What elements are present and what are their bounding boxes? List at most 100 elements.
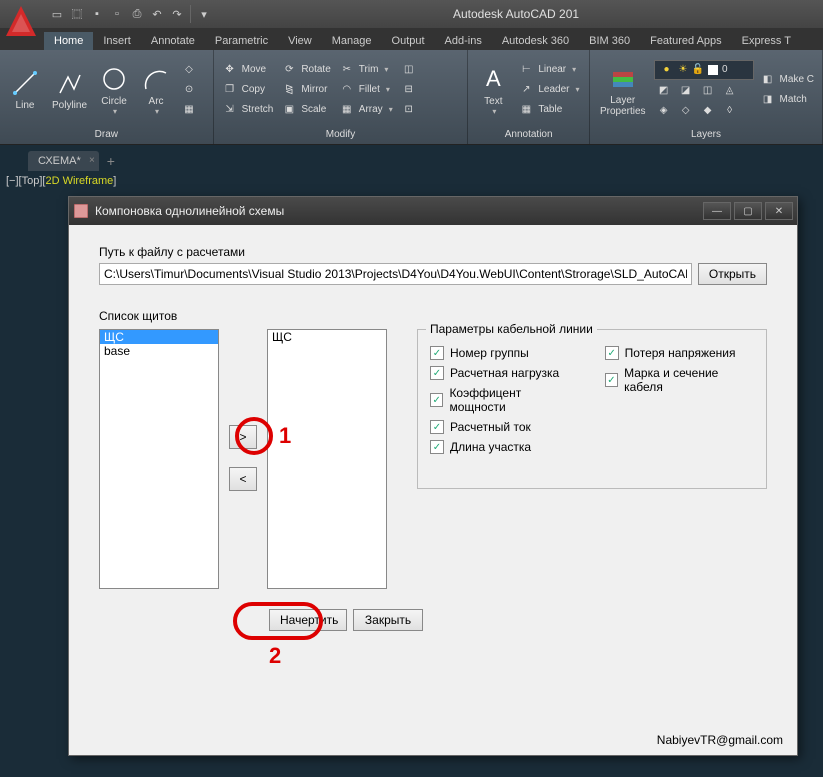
match-layer-button[interactable]: ◨Match — [758, 91, 816, 109]
text-icon: A — [478, 64, 508, 94]
lock-icon: 🔓 — [692, 64, 704, 75]
params-groupbox: Параметры кабельной линии ✓Номер группы … — [417, 329, 767, 489]
move-button[interactable]: ✥Move — [220, 61, 276, 79]
add-tab-button[interactable]: + — [99, 151, 123, 171]
bulb-icon: ● — [659, 62, 675, 78]
qat-undo-icon[interactable]: ↶ — [148, 5, 166, 23]
draw-button[interactable]: Начертить — [269, 609, 347, 631]
tab-autodesk360[interactable]: Autodesk 360 — [492, 32, 579, 50]
trim-icon: ✂ — [339, 62, 355, 78]
tab-insert[interactable]: Insert — [93, 32, 141, 50]
qat-redo-icon[interactable]: ↷ — [168, 5, 186, 23]
copy-button[interactable]: ❐Copy — [220, 81, 276, 99]
qat-open-icon[interactable]: ⿴ — [68, 5, 86, 23]
draw-ext2-icon[interactable]: ⊙ — [179, 81, 199, 99]
open-button[interactable]: Открыть — [698, 263, 767, 285]
path-input[interactable] — [99, 263, 692, 285]
close-button[interactable]: ✕ — [765, 202, 793, 220]
layer-tool4-icon[interactable]: ◬ — [720, 82, 740, 100]
mirror-button[interactable]: ⧎Mirror — [279, 81, 332, 99]
table-icon: ▦ — [518, 102, 534, 118]
qat-more-icon[interactable]: ▾ — [195, 5, 213, 23]
check-section-length[interactable]: ✓Длина участка — [430, 440, 575, 454]
mod-ext1-icon[interactable]: ◫ — [399, 61, 419, 79]
move-right-button[interactable]: > — [229, 425, 257, 449]
check-design-load[interactable]: ✓Расчетная нагрузка — [430, 366, 575, 380]
layer-tool3-icon[interactable]: ◫ — [698, 82, 718, 100]
match-icon: ◨ — [760, 92, 776, 108]
tab-annotate[interactable]: Annotate — [141, 32, 205, 50]
stretch-button[interactable]: ⇲Stretch — [220, 101, 276, 119]
layer-tool2-icon[interactable]: ◪ — [676, 82, 696, 100]
autocad-app-icon[interactable] — [2, 2, 40, 40]
mod-ext2-icon[interactable]: ⊟ — [399, 81, 419, 99]
make-current-button[interactable]: ◧Make C — [758, 71, 816, 89]
list-item[interactable]: base — [100, 344, 218, 358]
dialog-titlebar[interactable]: Компоновка однолинейной схемы — ▢ ✕ — [69, 197, 797, 225]
layer-props-button[interactable]: Layer Properties — [596, 61, 650, 119]
right-listbox[interactable]: ЩС — [267, 329, 387, 589]
panel-draw-label: Draw — [6, 127, 207, 142]
viewport-label[interactable]: [−][Top][2D Wireframe] — [6, 175, 116, 187]
check-power-factor[interactable]: ✓Коэффицент мощности — [430, 386, 575, 414]
layer-selector[interactable]: ● ☀ 🔓 0 — [654, 60, 754, 80]
tab-bim360[interactable]: BIM 360 — [579, 32, 640, 50]
layer-tool6-icon[interactable]: ◇ — [676, 102, 696, 120]
dialog-body: Путь к файлу с расчетами Открыть Список … — [69, 225, 797, 651]
close-dialog-button[interactable]: Закрыть — [353, 609, 423, 631]
mod-ext3-icon[interactable]: ⊡ — [399, 101, 419, 119]
array-button[interactable]: ▦Array — [337, 101, 395, 119]
draw-ext3-icon[interactable]: ▦ — [179, 101, 199, 119]
left-listbox[interactable]: ЩС base — [99, 329, 219, 589]
maximize-button[interactable]: ▢ — [734, 202, 762, 220]
tab-output[interactable]: Output — [382, 32, 435, 50]
tab-addins[interactable]: Add-ins — [435, 32, 492, 50]
text-button[interactable]: A Text — [474, 62, 512, 118]
tab-view[interactable]: View — [278, 32, 322, 50]
text-label: Text — [484, 96, 502, 107]
fillet-button[interactable]: ◠Fillet — [337, 81, 395, 99]
tab-parametric[interactable]: Parametric — [205, 32, 278, 50]
minimize-button[interactable]: — — [703, 202, 731, 220]
tab-express[interactable]: Express T — [732, 32, 801, 50]
layer-tool5-icon[interactable]: ◈ — [654, 102, 674, 120]
polyline-button[interactable]: Polyline — [48, 66, 91, 113]
check-cable-brand[interactable]: ✓Марка и сечение кабеля — [605, 366, 754, 394]
checkbox-icon: ✓ — [430, 440, 444, 454]
close-tab-icon[interactable]: × — [89, 155, 95, 166]
fillet-icon: ◠ — [339, 82, 355, 98]
leader-icon: ↗ — [518, 82, 534, 98]
list-item[interactable]: ЩС — [268, 330, 386, 344]
doc-tab[interactable]: СХЕМА* × — [28, 151, 99, 171]
check-voltage-drop[interactable]: ✓Потеря напряжения — [605, 346, 754, 360]
check-group-number[interactable]: ✓Номер группы — [430, 346, 575, 360]
line-button[interactable]: Line — [6, 66, 44, 113]
trim-button[interactable]: ✂Trim — [337, 61, 395, 79]
rotate-button[interactable]: ⟳Rotate — [279, 61, 332, 79]
tab-manage[interactable]: Manage — [322, 32, 382, 50]
layer-tool7-icon[interactable]: ◆ — [698, 102, 718, 120]
qat-plot-icon[interactable]: ⎙ — [128, 5, 146, 23]
tab-home[interactable]: Home — [44, 32, 93, 50]
qat-new-icon[interactable]: ▭ — [48, 5, 66, 23]
circle-button[interactable]: Circle — [95, 62, 133, 118]
tab-featured[interactable]: Featured Apps — [640, 32, 732, 50]
layer-tool1-icon[interactable]: ◩ — [654, 82, 674, 100]
qat-save-icon[interactable]: ▪ — [88, 5, 106, 23]
checkbox-icon: ✓ — [430, 346, 444, 360]
move-left-button[interactable]: < — [229, 467, 257, 491]
scale-button[interactable]: ▣Scale — [279, 101, 332, 119]
leader-button[interactable]: ↗Leader — [516, 81, 581, 99]
arc-button[interactable]: Arc — [137, 62, 175, 118]
qat-saveas-icon[interactable]: ▫ — [108, 5, 126, 23]
check-design-current[interactable]: ✓Расчетный ток — [430, 420, 575, 434]
linear-button[interactable]: ⊢Linear — [516, 61, 581, 79]
panel-annotation-label: Annotation — [474, 127, 583, 142]
table-button[interactable]: ▦Table — [516, 101, 581, 119]
arc-icon — [141, 64, 171, 94]
checkbox-icon: ✓ — [430, 393, 443, 407]
draw-ext1-icon[interactable]: ◇ — [179, 61, 199, 79]
panel-modify: ✥Move ❐Copy ⇲Stretch ⟳Rotate ⧎Mirror ▣Sc… — [214, 50, 469, 144]
list-item[interactable]: ЩС — [100, 330, 218, 344]
layer-tool8-icon[interactable]: ◊ — [720, 102, 740, 120]
